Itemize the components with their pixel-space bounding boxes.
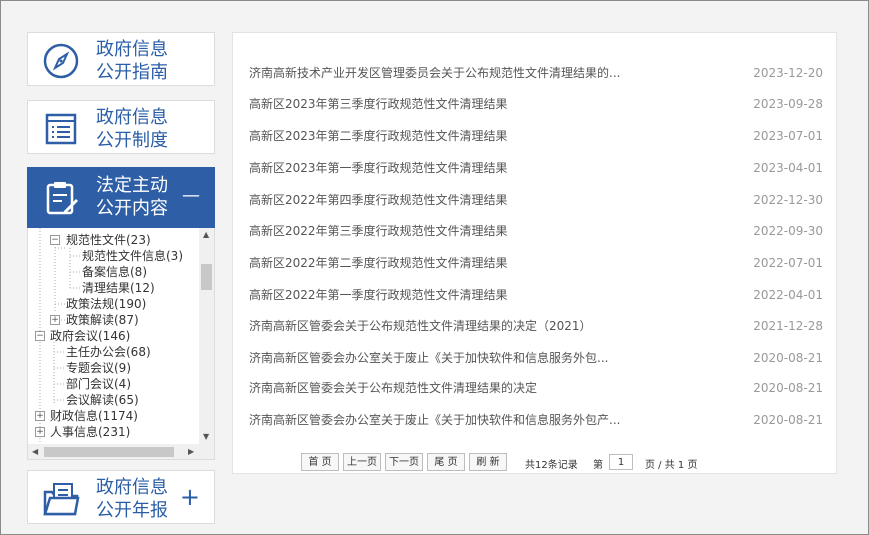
next-page-button[interactable]: 下一页 — [385, 453, 423, 471]
list-item[interactable]: 济南高新技术产业开发区管理委员会关于公布规范性文件清理结果的... 2023-12… — [249, 63, 823, 83]
tree-toggle[interactable]: + — [35, 411, 45, 421]
page-prefix: 第 — [593, 460, 603, 471]
tree-node[interactable]: 专题会议(9) — [66, 360, 131, 376]
list-item[interactable]: 高新区2022年第一季度行政规范性文件清理结果 2022-04-01 — [249, 285, 823, 305]
tree-node[interactable]: 主任办公会(68) — [66, 344, 151, 360]
tree-toggle[interactable]: + — [50, 315, 60, 325]
item-title[interactable]: 高新区2023年第二季度行政规范性文件清理结果 — [249, 126, 508, 146]
item-date: 2023-04-01 — [753, 161, 823, 175]
scroll-down-icon[interactable]: ▼ — [203, 432, 209, 441]
item-title[interactable]: 济南高新区管委会办公室关于废止《关于加快软件和信息服务外包产... — [249, 410, 620, 430]
tree-toggle[interactable]: + — [35, 427, 45, 437]
item-title[interactable]: 高新区2023年第一季度行政规范性文件清理结果 — [249, 158, 508, 178]
tree-toggle[interactable]: − — [50, 235, 60, 245]
item-date: 2022-12-30 — [753, 193, 823, 207]
item-title[interactable]: 高新区2023年第三季度行政规范性文件清理结果 — [249, 94, 508, 114]
item-date: 2020-08-21 — [753, 351, 823, 365]
item-date: 2023-07-01 — [753, 129, 823, 143]
list-item[interactable]: 高新区2023年第二季度行政规范性文件清理结果 2023-07-01 — [249, 126, 823, 146]
nav-label-line1: 法定主动 — [96, 175, 168, 196]
scroll-up-icon[interactable]: ▲ — [203, 230, 209, 239]
nav-label-line2: 公开指南 — [96, 62, 168, 83]
tree-node[interactable]: 规范性文件(23) — [66, 232, 151, 248]
nav-label: 政府信息 公开年报 — [96, 476, 168, 522]
nav-label-line2: 公开年报 — [96, 500, 168, 521]
tree-toggle[interactable]: − — [35, 331, 45, 341]
item-title[interactable]: 高新区2022年第三季度行政规范性文件清理结果 — [249, 221, 508, 241]
expand-toggle[interactable]: + — [180, 483, 200, 511]
item-date: 2020-08-21 — [753, 381, 823, 395]
nav-label-line1: 政府信息 — [96, 477, 168, 498]
tree-node[interactable]: 政策法规(190) — [66, 296, 146, 312]
nav-label-line1: 政府信息 — [96, 107, 168, 128]
tree-node[interactable]: 财政信息(1174) — [50, 408, 138, 424]
scroll-thumb[interactable] — [201, 264, 212, 290]
compass-icon — [43, 43, 79, 79]
tree-horizontal-scrollbar[interactable]: ◀ ▶ — [28, 444, 214, 459]
tree-node[interactable]: 政府会议(146) — [50, 328, 130, 344]
nav-gov-info-system[interactable]: 政府信息 公开制度 — [27, 100, 215, 154]
nav-label: 政府信息 公开指南 — [96, 38, 168, 84]
list-item[interactable]: 高新区2022年第二季度行政规范性文件清理结果 2022-07-01 — [249, 253, 823, 273]
last-page-button[interactable]: 尾 页 — [427, 453, 465, 471]
item-title[interactable]: 高新区2022年第四季度行政规范性文件清理结果 — [249, 190, 508, 210]
item-date: 2023-09-28 — [753, 97, 823, 111]
nav-gov-info-guide[interactable]: 政府信息 公开指南 — [27, 32, 215, 86]
tree-node[interactable]: 人事信息(231) — [50, 424, 130, 440]
item-date: 2022-09-30 — [753, 224, 823, 238]
page-suffix: 页 / 共 1 页 — [645, 460, 698, 471]
tree-node[interactable]: 政策解读(87) — [66, 312, 139, 328]
scroll-thumb[interactable] — [44, 447, 174, 457]
item-title[interactable]: 高新区2022年第一季度行政规范性文件清理结果 — [249, 285, 508, 305]
list-item[interactable]: 济南高新区管委会关于公布规范性文件清理结果的决定 2020-08-21 — [249, 378, 823, 398]
list-item[interactable]: 高新区2022年第三季度行政规范性文件清理结果 2022-09-30 — [249, 221, 823, 241]
page-number-input[interactable]: 1 — [609, 454, 633, 470]
item-title[interactable]: 济南高新区管委会办公室关于废止《关于加快软件和信息服务外包... — [249, 348, 608, 368]
list-item[interactable]: 高新区2023年第一季度行政规范性文件清理结果 2023-04-01 — [249, 158, 823, 178]
item-title[interactable]: 济南高新区管委会关于公布规范性文件清理结果的决定（2021） — [249, 316, 592, 336]
tree-node[interactable]: 部门会议(4) — [66, 376, 131, 392]
nav-label-line1: 政府信息 — [96, 39, 168, 60]
total-records: 共12条记录 — [525, 460, 578, 471]
list-item[interactable]: 济南高新区管委会办公室关于废止《关于加快软件和信息服务外包产... 2020-08… — [249, 410, 823, 430]
tree-node[interactable]: 备案信息(8) — [82, 264, 147, 280]
scroll-right-icon[interactable]: ▶ — [188, 447, 194, 456]
nav-label: 法定主动 公开内容 — [96, 174, 168, 220]
tree-node[interactable]: 清理结果(12) — [82, 280, 155, 296]
collapse-toggle[interactable]: — — [182, 182, 200, 210]
document-list-icon — [45, 113, 77, 145]
clipboard-edit-icon — [46, 182, 78, 215]
list-item[interactable]: 高新区2023年第三季度行政规范性文件清理结果 2023-09-28 — [249, 94, 823, 114]
item-title[interactable]: 济南高新区管委会关于公布规范性文件清理结果的决定 — [249, 378, 537, 398]
prev-page-button[interactable]: 上一页 — [343, 453, 381, 471]
item-title[interactable]: 济南高新技术产业开发区管理委员会关于公布规范性文件清理结果的... — [249, 63, 620, 83]
folder-report-icon — [43, 483, 80, 516]
item-date: 2023-12-20 — [753, 66, 823, 80]
nav-gov-info-annual-report[interactable]: 政府信息 公开年报 + — [27, 470, 215, 524]
list-item[interactable]: 高新区2022年第四季度行政规范性文件清理结果 2022-12-30 — [249, 190, 823, 210]
item-date: 2022-04-01 — [753, 288, 823, 302]
nav-label-line2: 公开内容 — [96, 198, 168, 219]
category-tree: − 规范性文件(23) 规范性文件信息(3) 备案信息(8) 清理结果(12) … — [27, 228, 215, 460]
nav-statutory-content[interactable]: 法定主动 公开内容 — — [27, 167, 215, 228]
tree-node[interactable]: 会议解读(65) — [66, 392, 139, 408]
refresh-button[interactable]: 刷 新 — [469, 453, 507, 471]
tree-vertical-scrollbar[interactable]: ▲ ▼ — [199, 228, 214, 444]
item-date: 2020-08-21 — [753, 413, 823, 427]
scroll-left-icon[interactable]: ◀ — [32, 447, 38, 456]
document-list-panel: 济南高新技术产业开发区管理委员会关于公布规范性文件清理结果的... 2023-12… — [232, 32, 837, 474]
nav-label: 政府信息 公开制度 — [96, 106, 168, 152]
first-page-button[interactable]: 首 页 — [301, 453, 339, 471]
item-date: 2021-12-28 — [753, 319, 823, 333]
item-title[interactable]: 高新区2022年第二季度行政规范性文件清理结果 — [249, 253, 508, 273]
list-item[interactable]: 济南高新区管委会办公室关于废止《关于加快软件和信息服务外包... 2020-08-… — [249, 348, 823, 368]
tree-node[interactable]: 规范性文件信息(3) — [82, 248, 183, 264]
item-date: 2022-07-01 — [753, 256, 823, 270]
list-item[interactable]: 济南高新区管委会关于公布规范性文件清理结果的决定（2021） 2021-12-28 — [249, 316, 823, 336]
nav-label-line2: 公开制度 — [96, 130, 168, 151]
